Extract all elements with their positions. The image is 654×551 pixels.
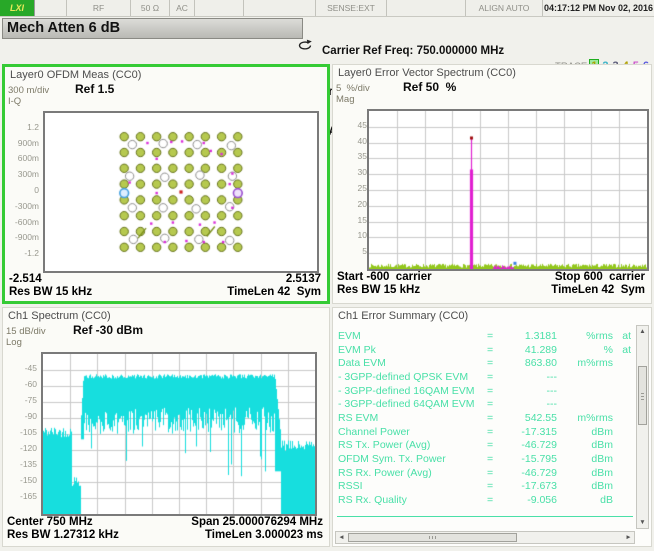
y-tick: -105 (20, 427, 37, 437)
y-tick: 45 (358, 120, 367, 130)
error-summary-row: Data EVM=863.80m%rms (338, 356, 631, 370)
spectrum-plot[interactable] (41, 352, 317, 516)
y-tick: 35 (358, 151, 367, 161)
ref-level: Ref 1.5 (75, 82, 114, 96)
panel-ch1-spectrum[interactable]: Ch1 Spectrum (CC0) 15 dB/div Ref -30 dBm… (2, 307, 330, 547)
x-axis-range: -2.5142.5137 (9, 273, 321, 285)
status-strip: LXI RF50 ΩAC SENSE:EXT ALIGN AUTO 04:17:12… (0, 0, 654, 17)
y-axis-ticks: 1.2 900m 600m 300m 0 -300m -600m -900m -1.2 (5, 111, 41, 269)
ref-level: Ref 50 % (403, 80, 456, 94)
ref-level: Ref -30 dBm (73, 323, 143, 337)
scroll-down-icon[interactable]: ▼ (637, 517, 648, 528)
annunciator-cell: 50 Ω (131, 0, 170, 16)
y-tick: -600m (15, 217, 39, 227)
error-summary-row: RS Rx. Quality=-9.056dB (338, 493, 631, 507)
vertical-scroll-thumb[interactable] (638, 366, 647, 425)
table-divider (337, 516, 633, 517)
scale-per-div: 15 dB/div (6, 326, 46, 337)
error-summary-table: EVM=1.3181%rmsatEVM Pk=41.289%atData EVM… (338, 329, 631, 507)
y-tick: -135 (20, 459, 37, 469)
annunciator-cell (35, 0, 67, 16)
y-tick: 40 (358, 136, 367, 146)
panel-ofdm-meas[interactable]: Layer0 OFDM Meas (CC0) 300 m/div Ref 1.5… (2, 64, 330, 304)
panel-title: Layer0 Error Vector Spectrum (CC0) (338, 67, 516, 79)
error-summary-row: Channel Power=-17.315dBm (338, 425, 631, 439)
panel-title: Ch1 Error Summary (CC0) (338, 310, 468, 322)
panel-error-vector-spectrum[interactable]: Layer0 Error Vector Spectrum (CC0) 5 %/d… (332, 64, 652, 304)
annunciator-cell: SENSE:EXT (316, 0, 387, 16)
error-summary-row: RSSI=-17.673dBm (338, 480, 631, 494)
annunciator-cell (387, 0, 466, 16)
x-axis-range: Start -600 carrierStop 600 carrier (337, 271, 645, 283)
horizontal-scroll-thumb[interactable] (348, 533, 517, 542)
panel-title: Layer0 OFDM Meas (CC0) (10, 69, 141, 81)
annunciator-cell: ALIGN AUTO (466, 0, 543, 16)
panel-footer: Res BW 15 kHzTimeLen 42 Sym (337, 284, 645, 296)
annunciator-cell (195, 0, 244, 16)
error-summary-row: EVM=1.3181%rmsat (338, 329, 631, 343)
mech-atten-annunciator: Mech Atten 6 dB (2, 18, 303, 39)
y-tick: -1.2 (24, 248, 39, 258)
y-tick: 0 (34, 185, 39, 195)
scale-per-div: 300 m/div (8, 85, 49, 96)
error-summary-row: RS Tx. Power (Avg)=-46.729dBm (338, 439, 631, 453)
y-tick: -45 (25, 363, 37, 373)
annunciator-cell: AC (170, 0, 195, 16)
panel-title: Ch1 Spectrum (CC0) (8, 310, 111, 322)
y-tick: 15 (358, 215, 367, 225)
annunciator-cell (244, 0, 316, 16)
axis-format-label: Log (6, 337, 22, 348)
scroll-up-icon[interactable]: ▲ (637, 326, 648, 337)
y-tick: -90 (25, 411, 37, 421)
horizontal-scrollbar[interactable]: ◄ ► (335, 531, 635, 544)
panel-error-summary[interactable]: Ch1 Error Summary (CC0) EVM=1.3181%rmsat… (332, 307, 652, 547)
evs-plot[interactable] (367, 109, 649, 271)
y-tick: -900m (15, 232, 39, 242)
y-tick: 20 (358, 199, 367, 209)
carrier-ref-freq: Carrier Ref Freq: 750.000000 MHz (322, 45, 504, 59)
error-summary-row: RS Rx. Power (Avg)=-46.729dBm (338, 466, 631, 480)
error-summary-row: OFDM Sym. Tx. Power=-15.795dBm (338, 452, 631, 466)
y-tick: -60 (25, 379, 37, 389)
error-summary-row: RS EVM=542.55m%rms (338, 411, 631, 425)
scroll-right-icon[interactable]: ► (623, 532, 634, 543)
error-summary-row: - 3GPP-defined 64QAM EVM=--- (338, 397, 631, 411)
y-tick: -120 (20, 443, 37, 453)
y-tick: -300m (15, 201, 39, 211)
y-tick: 300m (18, 169, 39, 179)
error-summary-row: - 3GPP-defined 16QAM EVM=--- (338, 384, 631, 398)
panel-footer: Res BW 15 kHzTimeLen 42 Sym (9, 286, 321, 298)
panel-footer: Res BW 1.27312 kHzTimeLen 3.000023 ms (7, 529, 323, 541)
annunciator-cells: RF50 ΩAC SENSE:EXT ALIGN AUTO (35, 0, 543, 16)
y-tick: -150 (20, 475, 37, 485)
y-axis-ticks: -45 -60 -75 -90 -105 -120 -135 -150 -165 (3, 352, 39, 512)
clock-display: 04:17:12 PM Nov 02, 2016 (543, 0, 654, 16)
lxi-badge: LXI (0, 0, 35, 16)
axis-format-label: I-Q (8, 96, 21, 107)
y-tick: 600m (18, 153, 39, 163)
x-axis-range: Center 750 MHzSpan 25.000076294 MHz (7, 516, 323, 528)
continuous-sweep-icon (296, 39, 314, 57)
scale-per-div: 5 %/div (336, 83, 370, 94)
constellation-plot[interactable] (43, 111, 319, 273)
error-summary-row: - 3GPP-defined QPSK EVM=--- (338, 370, 631, 384)
vertical-scrollbar[interactable]: ▲ ▼ (636, 325, 649, 529)
error-summary-row: EVM Pk=41.289%at (338, 343, 631, 357)
y-tick: 10 (358, 230, 367, 240)
y-tick: 25 (358, 183, 367, 193)
y-axis-ticks: 45403530252015105 (333, 109, 369, 267)
y-tick: 1.2 (27, 122, 39, 132)
annunciator-cell: RF (67, 0, 131, 16)
y-tick: -75 (25, 395, 37, 405)
y-tick: -165 (20, 491, 37, 501)
y-tick: 900m (18, 138, 39, 148)
y-tick: 30 (358, 167, 367, 177)
scroll-left-icon[interactable]: ◄ (336, 532, 347, 543)
axis-format-label: Mag (336, 94, 354, 105)
